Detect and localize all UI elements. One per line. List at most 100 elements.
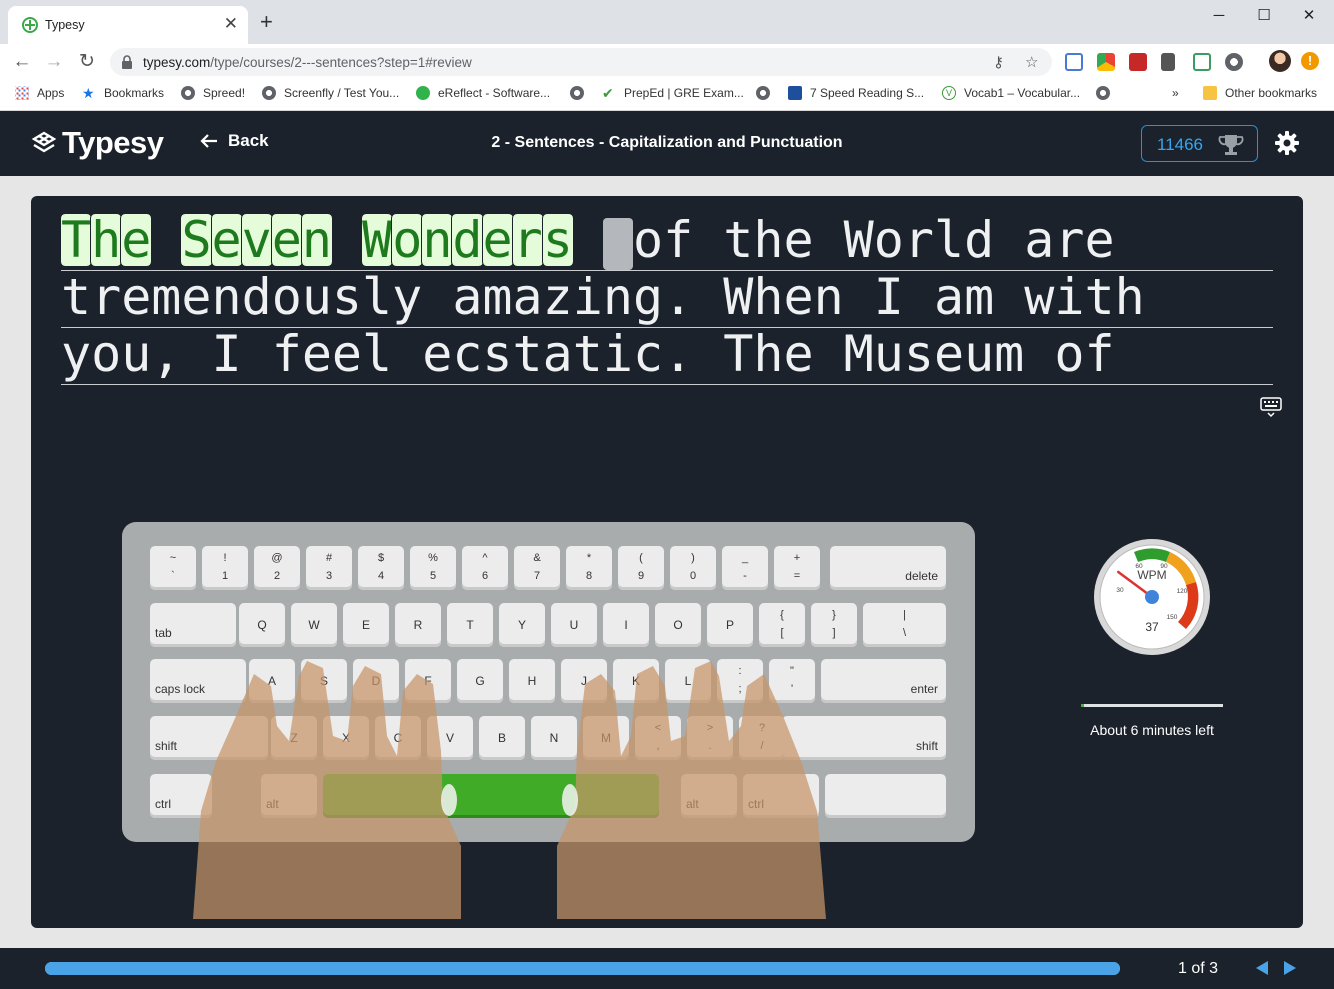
tick-150: 150 [1167,614,1178,621]
score-value: 11466 [1157,135,1204,154]
key-char: [ [780,627,784,639]
untyped-text: of the World are [632,211,1115,269]
key-shift-char: { [780,609,784,621]
key-shift-char: < [654,722,662,734]
key-h: H [509,659,555,703]
previous-arrow-icon[interactable] [1255,960,1269,976]
browser-toolbar: ← → ↻ typesy.com/type/courses/2---senten… [0,44,1334,80]
key-char: 1 [221,570,229,582]
browser-tab-typesy[interactable]: Typesy ✕ [8,6,248,44]
new-tab-icon[interactable]: + [260,11,273,33]
key-b: B [479,716,525,760]
key-punct: >. [687,716,733,760]
extension-classroom-icon[interactable] [1193,53,1211,71]
key-l: L [665,659,711,703]
tick-120: 120 [1177,588,1188,595]
lesson-progress-bar [45,962,1120,975]
key-s: S [301,659,347,703]
update-alert-icon[interactable]: ! [1301,52,1319,70]
text-line-2: tremendously amazing. When I am with [61,271,1273,328]
time-left: About 6 minutes left [1090,722,1214,738]
overflow-chevron-icon: » [1172,86,1179,100]
back-arrow-icon[interactable]: ← [10,51,34,73]
bookmark-bookmarks[interactable]: ★ Bookmarks [82,86,164,100]
key-=: + = [774,546,820,590]
maximize-icon[interactable]: ☐ [1241,0,1287,30]
key-c: C [375,716,421,760]
typed-letter: n [300,211,333,269]
keyboard-toggle-icon[interactable] [1260,396,1282,418]
settings-gear-icon[interactable] [1273,129,1301,157]
key-q: Q [239,603,285,647]
key-label: Y [517,618,526,632]
typed-letter: o [391,211,424,269]
page-indicator: 1 of 3 [1178,960,1219,977]
bookmark-ereflect[interactable]: eReflect - Software... [416,86,550,100]
bookmark-globe-1[interactable] [570,86,592,100]
key-shift-char: @ [271,552,283,564]
typed-letter: d [451,211,484,269]
key-char: . [708,740,712,752]
typing-cursor [602,218,633,270]
key-char: 7 [533,570,541,582]
key-char: 5 [429,570,437,582]
bookmark-globe-3[interactable] [1096,86,1118,100]
window-close-icon[interactable]: ✕ [1286,0,1332,30]
key-label: O [673,618,683,632]
forward-arrow-icon[interactable]: → [42,51,66,73]
key-char: ' [790,683,794,695]
key-9: (9 [618,546,664,590]
key-shift-char: # [325,552,333,564]
key-g: G [457,659,503,703]
key-3: #3 [306,546,352,590]
lesson-title: 2 - Sentences - Capitalization and Punct… [491,134,843,151]
close-tab-icon[interactable]: ✕ [224,15,238,32]
profile-avatar[interactable] [1269,50,1291,72]
key-char: 0 [689,570,697,582]
globe-icon [181,86,195,100]
bookmarks-overflow[interactable]: » [1172,86,1179,100]
star-icon: ★ [82,85,95,101]
typed-letter: v [240,211,273,269]
key-ctrl-right: ctrl [743,774,819,818]
key-label: U [569,618,579,632]
typed-letter: e [210,211,243,269]
next-arrow-icon[interactable] [1283,960,1297,976]
key-shift-char: | [903,609,906,621]
key-char: 8 [585,570,593,582]
extension-pdf-icon[interactable] [1129,53,1147,71]
key-shift-char: $ [377,552,385,564]
key-d: D [353,659,399,703]
bookmark-speed-reading[interactable]: 7 Speed Reading S... [788,86,924,100]
score-badge[interactable]: 11466 [1141,125,1258,162]
typing-panel[interactable]: The Seven Wonders of the World are treme… [31,196,1303,928]
bookmark-apps[interactable]: Apps [15,86,64,100]
key-caps-lock: caps lock [150,659,246,703]
bookmark-spreed[interactable]: Spreed! [181,86,245,100]
address-bar[interactable]: typesy.com/type/courses/2---sentences?st… [110,48,1052,76]
typed-letter: s [541,211,574,269]
typed-letter: e [481,211,514,269]
extension-chrome-icon[interactable] [1097,53,1115,71]
key-icon[interactable]: ⚷ [993,53,1004,71]
text-line-3: you, I feel ecstatic. The Museum of [61,328,1273,385]
extension-globe-icon[interactable] [1225,53,1243,71]
bookmark-globe-2[interactable] [756,86,778,100]
key-shift-char: " [790,665,794,677]
other-bookmarks[interactable]: Other bookmarks [1203,86,1317,100]
extension-puzzle-icon[interactable] [1161,53,1175,71]
key-shift-char: : [738,665,742,677]
bookmark-screenfly[interactable]: Screenfly / Test You... [262,86,399,100]
reload-icon[interactable]: ↻ [75,51,99,73]
key-k: K [613,659,659,703]
wpm-label: WPM [1137,568,1166,582]
extension-translate-icon[interactable] [1065,53,1083,71]
bookmark-preped[interactable]: ✔ PrepEd | GRE Exam... [602,86,744,100]
key-shift-right: shift [782,716,946,760]
globe-icon [1096,86,1110,100]
key-shift-char: + [793,552,801,564]
star-icon[interactable]: ☆ [1025,53,1038,71]
bookmark-vocab1[interactable]: V Vocab1 – Vocabular... [942,86,1080,100]
minimize-icon[interactable]: ─ [1196,0,1242,30]
key-label: shift [915,739,938,753]
